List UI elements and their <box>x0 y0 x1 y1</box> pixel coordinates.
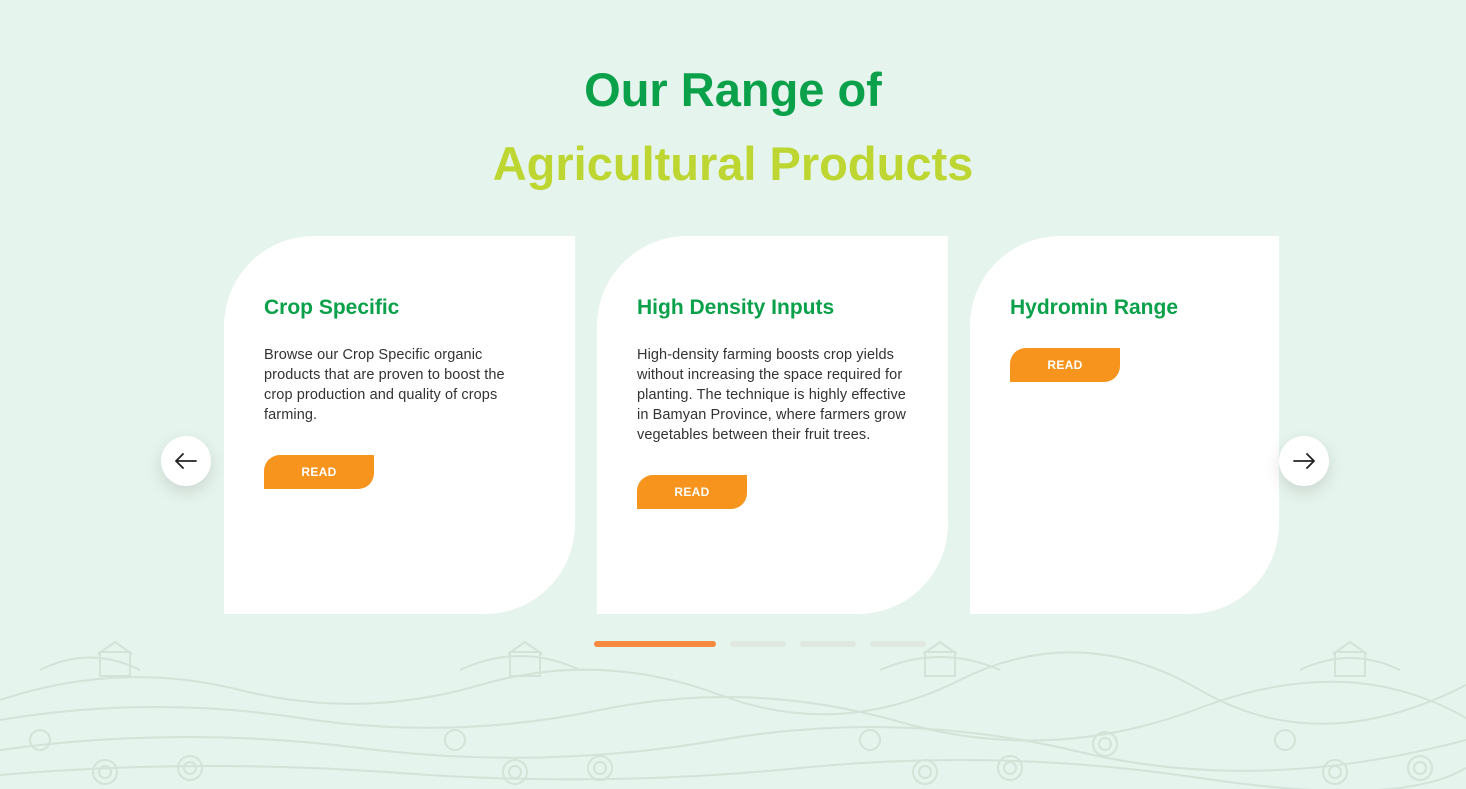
card-description: High-density farming boosts crop yields … <box>637 347 906 443</box>
carousel-next-button[interactable] <box>1279 436 1329 486</box>
read-more-button[interactable]: READ MORE <box>637 475 747 533</box>
card-description: Browse our Crop Specific organic product… <box>264 347 505 423</box>
card-title: High Density Inputs <box>637 296 835 319</box>
farm-landscape-background <box>0 640 1466 789</box>
card-title: Crop Specific <box>264 296 400 319</box>
product-card-hydromin-range: Hydromin Range READ MORE <box>970 236 1279 614</box>
product-card-crop-specific: Crop Specific Browse our Crop Specific o… <box>224 236 575 614</box>
card-title: Hydromin Range <box>1010 296 1179 319</box>
carousel-prev-button[interactable] <box>161 436 211 486</box>
read-more-button[interactable]: READ MORE <box>264 455 374 513</box>
arrow-left-icon <box>175 453 197 469</box>
read-more-button[interactable]: READ MORE <box>1010 348 1120 406</box>
product-card-high-density-inputs: High Density Inputs High-density farming… <box>597 236 948 614</box>
arrow-right-icon <box>1293 453 1315 469</box>
section-heading-line2: Agricultural Products <box>492 137 974 190</box>
section-heading-line1: Our Range of <box>584 63 882 116</box>
